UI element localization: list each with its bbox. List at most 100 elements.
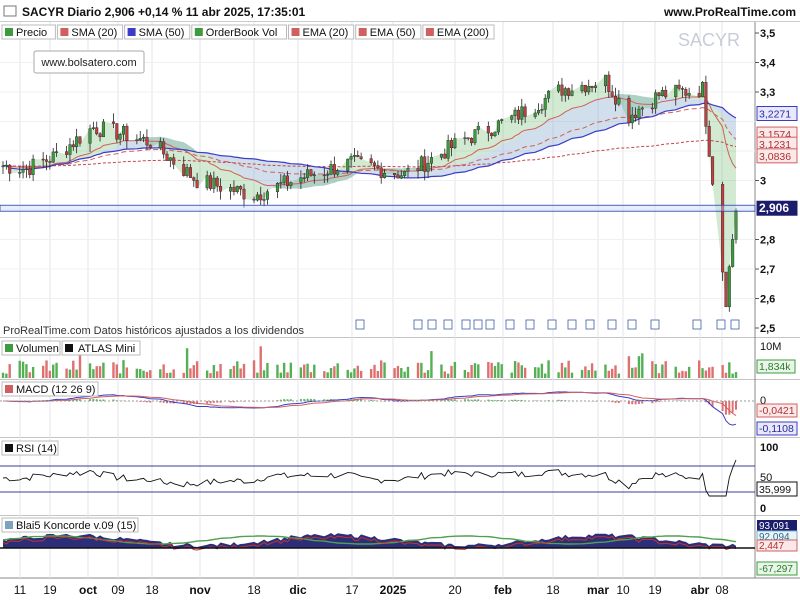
source-text: www.bolsatero.com <box>40 57 136 69</box>
candle <box>135 139 139 141</box>
macd-histogram-bar <box>731 401 734 413</box>
dividend-marker-icon[interactable] <box>585 319 595 330</box>
candle <box>533 112 537 117</box>
volume-bar <box>376 370 380 378</box>
site-label[interactable]: www.ProRealTime.com <box>663 5 796 19</box>
candle <box>516 109 520 120</box>
macd-badge-1: -0,0421 <box>759 405 795 417</box>
source-box[interactable]: www.bolsatero.com <box>33 50 145 74</box>
volume-bar <box>172 369 175 378</box>
volume-bar <box>252 360 256 378</box>
volume-bar <box>112 362 115 378</box>
dividend-marker-icon[interactable] <box>692 319 702 330</box>
macd-histogram-bar <box>514 399 517 401</box>
candle <box>71 144 75 148</box>
candle <box>617 98 621 105</box>
volume-bar <box>493 366 497 378</box>
dividend-marker-icon[interactable] <box>627 319 637 330</box>
candle <box>309 169 313 176</box>
macd-legend[interactable]: MACD (12 26 9) <box>1 381 99 397</box>
candle <box>125 126 129 141</box>
dividend-marker-icon[interactable] <box>650 319 660 330</box>
candle <box>376 165 380 168</box>
dividend-marker-icon[interactable] <box>730 319 740 330</box>
candle <box>118 134 122 140</box>
volume-badge-text: 1,834k <box>759 361 791 373</box>
candle <box>583 84 587 93</box>
volume-bar <box>537 367 540 378</box>
candle <box>145 136 149 146</box>
dividend-marker-icon[interactable] <box>443 319 453 330</box>
koncorde-badges: 93,091 92,094 2,447 -67,297 <box>756 520 798 576</box>
dividend-marker-icon[interactable] <box>607 319 617 330</box>
candle <box>610 91 614 97</box>
candle <box>65 151 69 155</box>
macd-histogram-bar <box>206 401 209 404</box>
menu-icon[interactable] <box>3 5 17 17</box>
volume-bar <box>470 365 473 378</box>
volume-bar <box>523 367 527 378</box>
atlas-legend-label: ATLAS Mini <box>78 343 135 355</box>
candle <box>587 85 591 93</box>
volume-bar <box>651 361 654 378</box>
legend-swatch <box>358 28 367 36</box>
volume-bar <box>242 363 246 378</box>
koncorde-badge-4: -67,297 <box>759 564 793 575</box>
dividend-marker-icon[interactable] <box>473 319 483 330</box>
candle <box>195 180 199 189</box>
volume-bar <box>674 366 677 378</box>
x-axis: 11 19 oct 09 18 nov 18 dic 17 2025 20 feb 18 mar 10 19 a… <box>14 583 729 597</box>
price-badge-text: 3,2271 <box>759 109 791 121</box>
candle <box>336 170 340 175</box>
candle <box>188 167 192 178</box>
dividend-marker-icon[interactable] <box>547 319 557 330</box>
dividend-marker-icon[interactable] <box>716 319 726 330</box>
rsi-legend[interactable]: RSI (14) <box>1 440 59 456</box>
legend-swatch <box>194 28 203 36</box>
candle <box>416 168 420 172</box>
candle <box>51 151 55 163</box>
volume-bar <box>219 364 222 378</box>
volume-bar <box>68 369 72 378</box>
candle <box>322 174 326 176</box>
candle <box>570 90 574 96</box>
dividend-marker-icon[interactable] <box>485 319 495 330</box>
koncorde-legend[interactable]: Blai5 Koncorde v.09 (15) <box>1 517 139 533</box>
legend-label: SMA (50) <box>139 27 185 39</box>
dividend-marker-icon[interactable] <box>427 319 437 330</box>
volume-bar <box>256 372 259 378</box>
candle <box>255 194 259 201</box>
candle <box>473 129 477 144</box>
volume-legend[interactable]: Volumen ATLAS Mini <box>1 340 141 356</box>
dividend-marker-icon[interactable] <box>355 319 365 330</box>
dividend-marker-icon[interactable] <box>461 319 471 330</box>
candle <box>352 155 356 157</box>
macd-histogram-bar <box>634 401 637 405</box>
volume-bar <box>584 366 587 378</box>
volume-bar <box>463 369 467 378</box>
volume-bar <box>266 362 269 378</box>
volume-bar <box>564 367 567 378</box>
volume-bar <box>664 361 667 378</box>
candle <box>426 163 430 172</box>
volume-bar <box>734 372 738 378</box>
candle <box>209 175 213 189</box>
candle <box>603 74 607 87</box>
dividend-marker-icon[interactable] <box>505 319 515 330</box>
volume-bar <box>209 373 212 378</box>
candle <box>423 156 427 172</box>
dividend-marker-icon[interactable] <box>413 319 423 330</box>
volume-bar <box>356 365 359 378</box>
candle <box>510 115 514 120</box>
candle <box>148 144 152 149</box>
rsi-legend-label: RSI (14) <box>16 443 57 455</box>
dividend-marker-icon[interactable] <box>567 319 577 330</box>
volume-bar <box>420 362 423 378</box>
candle <box>627 98 631 124</box>
price-tick-label: 2,5 <box>760 323 775 335</box>
volume-bar <box>306 363 309 378</box>
dividend-marker-icon[interactable] <box>525 319 535 330</box>
volume-bar <box>92 369 95 378</box>
volume-bar <box>731 373 734 378</box>
price-legend[interactable]: Precio SMA (20) SMA (50) OrderBook Vol EMA (… <box>1 24 495 40</box>
